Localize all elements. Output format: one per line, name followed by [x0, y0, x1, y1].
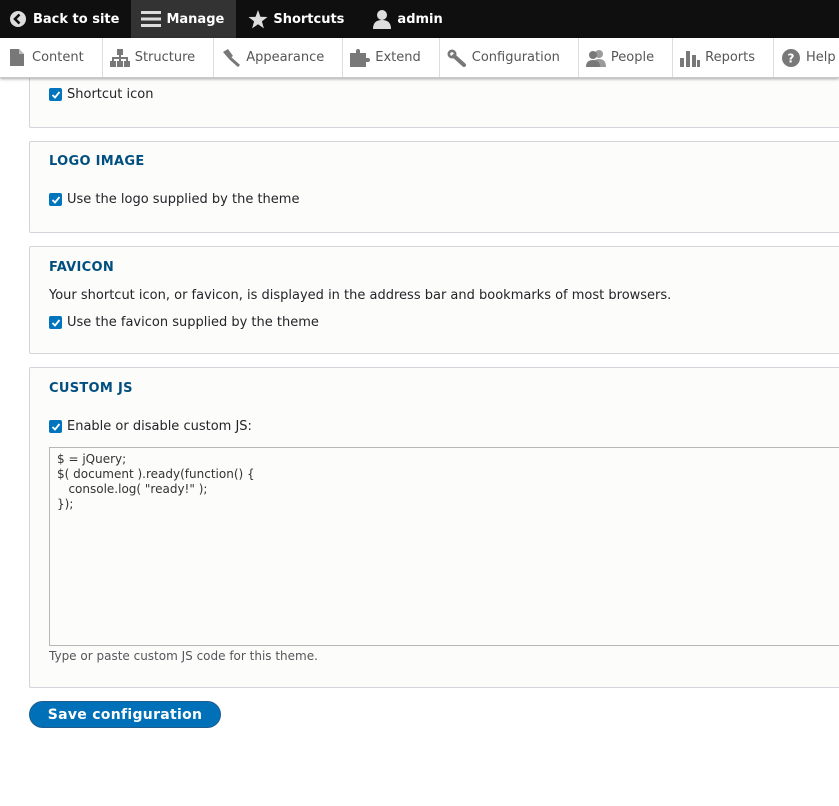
- shortcuts-label: Shortcuts: [273, 11, 345, 27]
- shortcut-icon-checkbox[interactable]: [49, 88, 62, 101]
- user-tab[interactable]: admin: [356, 0, 454, 38]
- tray-label-reports: Reports: [705, 50, 755, 65]
- tray-label-structure: Structure: [134, 50, 196, 65]
- tray-label-help: Help: [806, 50, 836, 65]
- back-to-site-label: Back to site: [33, 11, 120, 27]
- favicon-description: Your shortcut icon, or favicon, is displ…: [49, 288, 672, 303]
- tray-item-structure[interactable]: Structure: [103, 38, 215, 77]
- custom-js-textarea[interactable]: $ = jQuery; $( document ).ready(function…: [49, 447, 839, 646]
- custom-js-checkbox-row[interactable]: Enable or disable custom JS:: [49, 419, 252, 434]
- hamburger-icon: [139, 9, 163, 29]
- tray-label-extend: Extend: [375, 50, 421, 65]
- tray-item-reports[interactable]: Reports: [673, 38, 774, 77]
- custom-js-help-text: Type or paste custom JS code for this th…: [49, 649, 318, 663]
- custom-js-checkbox-label: Enable or disable custom JS:: [67, 419, 252, 434]
- shortcuts-tab[interactable]: Shortcuts: [236, 0, 356, 38]
- tray-item-help[interactable]: ? Help: [774, 38, 839, 77]
- tray-label-configuration: Configuration: [471, 50, 560, 65]
- custom-js-checkbox[interactable]: [49, 420, 62, 433]
- logo-checkbox-label: Use the logo supplied by the theme: [67, 192, 300, 207]
- paintbrush-icon: [220, 48, 242, 68]
- shortcut-icon-checkbox-row[interactable]: Shortcut icon: [49, 87, 153, 102]
- tray-item-configuration[interactable]: Configuration: [440, 38, 579, 77]
- manage-tab[interactable]: Manage: [131, 0, 237, 38]
- tray-label-appearance: Appearance: [246, 50, 325, 65]
- puzzle-icon: [349, 48, 371, 68]
- tray-label-content: Content: [32, 50, 84, 65]
- tray-item-appearance[interactable]: Appearance: [214, 38, 344, 77]
- tray-item-content[interactable]: Content: [0, 38, 103, 77]
- tray-label-people: People: [610, 50, 655, 65]
- help-icon: ?: [780, 48, 802, 68]
- people-icon: [585, 48, 607, 68]
- shortcut-icon-checkbox-label: Shortcut icon: [67, 87, 154, 102]
- star-icon: [246, 9, 270, 29]
- user-label: admin: [397, 11, 443, 27]
- tray-item-people[interactable]: People: [579, 38, 674, 77]
- logo-checkbox[interactable]: [49, 193, 62, 206]
- tray-item-extend[interactable]: Extend: [343, 38, 440, 77]
- back-to-site-link[interactable]: Back to site: [0, 0, 131, 38]
- custom-js-legend: CUSTOM JS: [49, 381, 133, 396]
- bar-chart-icon: [679, 48, 701, 68]
- save-configuration-button[interactable]: Save configuration: [29, 701, 221, 728]
- structure-icon: [109, 48, 131, 68]
- logo-image-legend: LOGO IMAGE: [49, 154, 145, 169]
- favicon-legend: FAVICON: [49, 260, 115, 275]
- manage-label: Manage: [166, 11, 225, 27]
- svg-text:?: ?: [788, 51, 795, 65]
- user-icon: [370, 9, 394, 29]
- favicon-checkbox-label: Use the favicon supplied by the theme: [67, 315, 319, 330]
- back-arrow-icon: [6, 9, 30, 29]
- admin-toolbar: Back to site Manage Shortcuts admin: [0, 0, 839, 38]
- logo-image-fieldset: LOGO IMAGE Use the logo supplied by the …: [29, 141, 839, 233]
- favicon-fieldset: FAVICON Your shortcut icon, or favicon, …: [29, 246, 839, 354]
- custom-js-fieldset: CUSTOM JS Enable or disable custom JS: $…: [29, 367, 839, 688]
- document-icon: [6, 48, 28, 68]
- wrench-icon: [446, 48, 468, 68]
- admin-tray: Content Structure Appearance Extend Conf…: [0, 38, 839, 78]
- favicon-checkbox-row[interactable]: Use the favicon supplied by the theme: [49, 315, 319, 330]
- logo-checkbox-row[interactable]: Use the logo supplied by the theme: [49, 192, 299, 207]
- favicon-checkbox[interactable]: [49, 316, 62, 329]
